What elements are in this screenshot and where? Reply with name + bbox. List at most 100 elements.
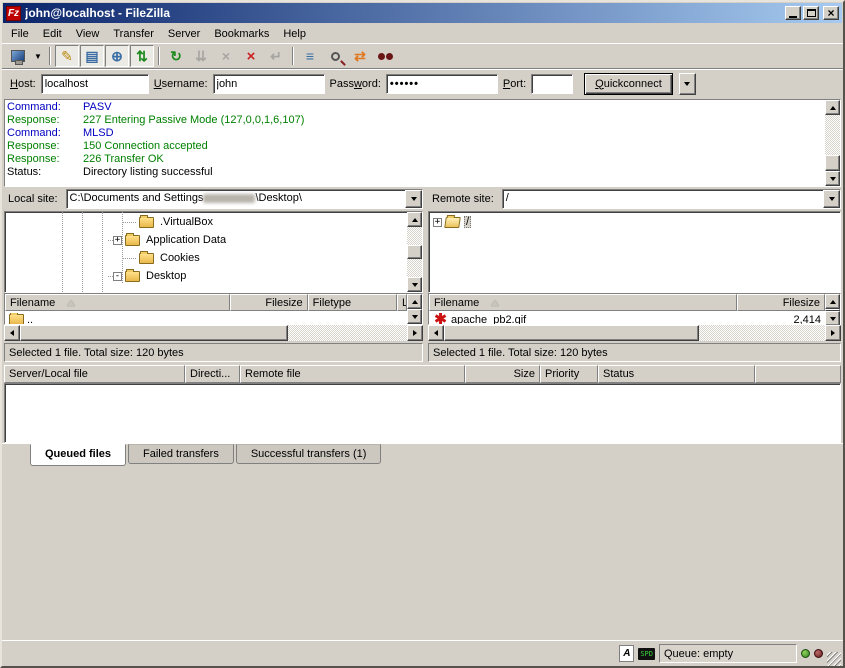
title-bar[interactable]: Fz john@localhost - FileZilla ×	[3, 3, 842, 23]
site-manager-icon	[11, 50, 25, 62]
resize-grip[interactable]	[827, 652, 841, 666]
reconnect-button[interactable]: ↵	[264, 45, 288, 67]
scroll-up-button[interactable]	[407, 294, 422, 309]
scroll-up-button[interactable]	[825, 294, 840, 309]
column-header-server-local-file[interactable]: Server/Local file	[4, 365, 185, 383]
scroll-up-button[interactable]	[407, 212, 422, 227]
port-input[interactable]	[531, 74, 573, 94]
toolbar-separator	[158, 47, 160, 65]
tab-failed-transfers[interactable]: Failed transfers	[128, 444, 234, 464]
tree-item-label: /	[464, 216, 471, 228]
column-header-remote-file[interactable]: Remote file	[240, 365, 465, 383]
filter-button[interactable]: ≡	[298, 45, 322, 67]
scroll-track[interactable]	[825, 115, 840, 155]
column-header-filename[interactable]: Filename	[5, 294, 230, 311]
directory-comparison-button[interactable]	[323, 45, 347, 67]
scroll-track[interactable]	[407, 227, 422, 245]
local-list-scrollbar[interactable]	[407, 294, 422, 324]
local-path: C:\Documents and Settings\Desktop\	[67, 190, 405, 208]
scroll-up-button[interactable]	[825, 100, 840, 115]
toggle-remote-tree-button[interactable]: ⊕	[105, 45, 129, 67]
column-header-filesize[interactable]: Filesize	[737, 294, 825, 311]
menu-bookmarks[interactable]: Bookmarks	[207, 26, 276, 42]
username-input[interactable]	[213, 74, 325, 94]
tree-item[interactable]: Cookies	[5, 249, 407, 267]
remote-site-combo[interactable]: /	[502, 189, 841, 209]
find-files-button[interactable]	[373, 45, 397, 67]
close-button[interactable]: ×	[823, 6, 839, 20]
tab-queued-files[interactable]: Queued files	[30, 444, 126, 466]
tree-item[interactable]: .VirtualBox	[5, 213, 407, 231]
scroll-thumb[interactable]	[407, 245, 422, 259]
quickconnect-dropdown[interactable]	[679, 73, 696, 95]
tree-item[interactable]: + Application Data	[5, 231, 407, 249]
column-header-filler	[755, 365, 841, 383]
local-hscrollbar[interactable]	[4, 325, 423, 341]
quickconnect-button[interactable]: Quickconnect	[584, 73, 673, 95]
process-queue-button[interactable]: ⇊	[189, 45, 213, 67]
toggle-queue-button[interactable]: ⇅	[130, 45, 154, 67]
toggle-message-log-button[interactable]: ✎	[55, 45, 79, 67]
column-header-status[interactable]: Status	[598, 365, 755, 383]
scroll-thumb[interactable]	[20, 325, 288, 341]
remote-list-scrollbar[interactable]	[825, 294, 840, 324]
scroll-down-button[interactable]	[825, 171, 840, 186]
scroll-track[interactable]	[699, 325, 825, 341]
refresh-button[interactable]: ↻	[164, 45, 188, 67]
column-header-filename[interactable]: Filename	[429, 294, 737, 311]
scroll-track[interactable]	[407, 259, 422, 277]
message-log: Command:PASV Response:227 Entering Passi…	[4, 99, 841, 187]
menu-file[interactable]: File	[4, 26, 36, 42]
expand-icon[interactable]: +	[113, 236, 122, 245]
file-row[interactable]: ✱apache_pb2.gif 2,414	[429, 311, 825, 324]
file-row[interactable]: ..	[5, 311, 407, 324]
column-header-priority[interactable]: Priority	[540, 365, 598, 383]
scroll-left-button[interactable]	[4, 325, 20, 341]
menu-help[interactable]: Help	[276, 26, 313, 42]
maximize-button[interactable]	[803, 6, 819, 20]
remote-hscrollbar[interactable]	[428, 325, 841, 341]
log-scrollbar[interactable]	[825, 100, 840, 186]
cancel-operation-button[interactable]: ×	[214, 45, 238, 67]
local-site-dropdown[interactable]	[405, 190, 422, 208]
scroll-thumb[interactable]	[444, 325, 699, 341]
queue-tabs: Queued files Failed transfers Successful…	[2, 443, 843, 467]
menu-view[interactable]: View	[69, 26, 107, 42]
toggle-local-tree-button[interactable]: ▤	[80, 45, 104, 67]
password-input[interactable]	[386, 74, 498, 94]
remote-site-dropdown[interactable]	[823, 190, 840, 208]
tab-successful-transfers[interactable]: Successful transfers (1)	[236, 444, 382, 464]
disconnect-button[interactable]: ×	[239, 45, 263, 67]
menu-transfer[interactable]: Transfer	[106, 26, 161, 42]
scroll-right-button[interactable]	[825, 325, 841, 341]
site-manager-dropdown[interactable]: ▼	[31, 45, 45, 67]
scroll-thumb[interactable]	[825, 155, 840, 171]
expand-icon[interactable]: +	[433, 218, 442, 227]
tree-item[interactable]: + /	[429, 213, 840, 231]
column-header-filesize[interactable]: Filesize	[230, 294, 307, 311]
minimize-button[interactable]	[785, 6, 801, 20]
column-header-direction[interactable]: Directi...	[185, 365, 240, 383]
column-header-size[interactable]: Size	[465, 365, 540, 383]
transfer-type-icon[interactable]: A	[619, 645, 634, 662]
scroll-track[interactable]	[288, 325, 407, 341]
menu-edit[interactable]: Edit	[36, 26, 69, 42]
scroll-down-button[interactable]	[825, 311, 840, 326]
scroll-right-button[interactable]	[407, 325, 423, 341]
site-manager-button[interactable]	[6, 45, 30, 67]
queue-header: Server/Local file Directi... Remote file…	[4, 365, 841, 383]
scroll-down-button[interactable]	[407, 277, 422, 292]
local-site-combo[interactable]: C:\Documents and Settings\Desktop\	[66, 189, 423, 209]
synchronized-browsing-button[interactable]: ⇄	[348, 45, 372, 67]
scroll-down-button[interactable]	[407, 309, 422, 324]
tree-item[interactable]: - Desktop	[5, 267, 407, 285]
menu-server[interactable]: Server	[161, 26, 207, 42]
column-header-filetype[interactable]: Filetype	[308, 294, 397, 311]
local-tree-scrollbar[interactable]	[407, 212, 422, 292]
column-header-lastmodified[interactable]: L	[397, 294, 407, 311]
host-input[interactable]	[41, 74, 149, 94]
speed-limit-icon[interactable]: SPD	[638, 648, 655, 660]
collapse-icon[interactable]: -	[113, 272, 122, 281]
scroll-left-button[interactable]	[428, 325, 444, 341]
local-list-header: Filename Filesize Filetype L	[5, 294, 407, 311]
